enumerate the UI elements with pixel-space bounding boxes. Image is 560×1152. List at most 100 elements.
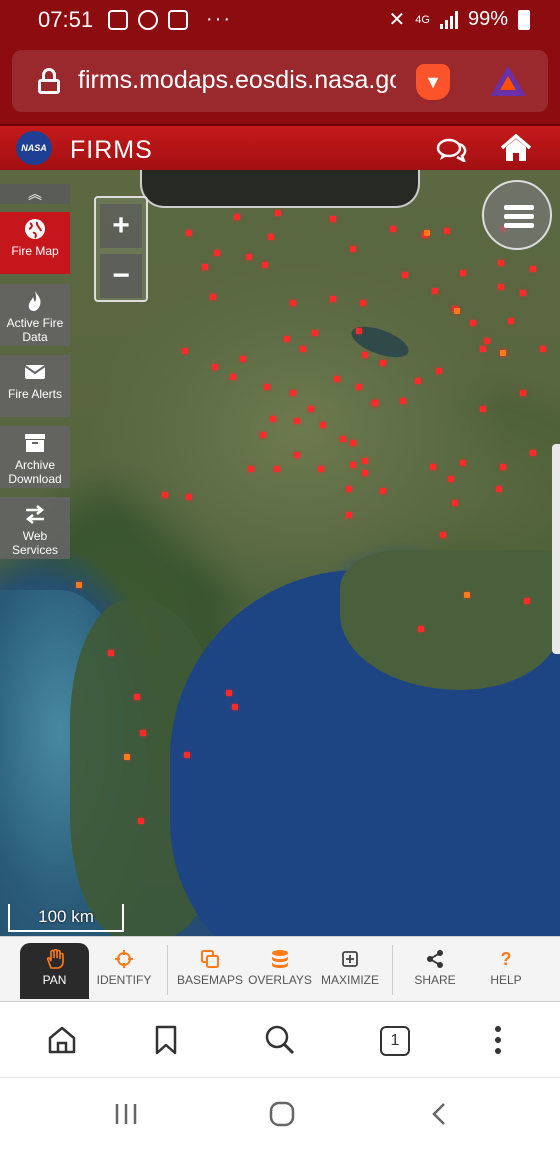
collapse-sidebar-button[interactable]: ︽	[0, 184, 70, 204]
home-tab-icon[interactable]	[46, 1024, 78, 1056]
fire-detection-point[interactable]	[234, 214, 240, 220]
fire-detection-point[interactable]	[134, 694, 140, 700]
fire-detection-point[interactable]	[340, 436, 346, 442]
recent-apps-icon[interactable]	[114, 1102, 138, 1126]
nasa-logo[interactable]: NASA	[16, 131, 52, 165]
fire-detection-point[interactable]	[498, 284, 504, 290]
fire-detection-point[interactable]	[274, 466, 280, 472]
bookmark-icon[interactable]	[150, 1024, 182, 1056]
fire-detection-point[interactable]	[202, 264, 208, 270]
fire-detection-point[interactable]	[452, 500, 458, 506]
fire-detection-point[interactable]	[182, 348, 188, 354]
home-nav-icon[interactable]	[268, 1100, 296, 1128]
fire-detection-point[interactable]	[275, 210, 281, 216]
fire-detection-point[interactable]	[350, 440, 356, 446]
fire-detection-point[interactable]	[138, 818, 144, 824]
url-text[interactable]: firms.modaps.eosdis.nasa.gov	[78, 66, 396, 95]
fire-detection-point[interactable]	[350, 462, 356, 468]
fire-detection-point[interactable]	[430, 464, 436, 470]
fire-detection-point[interactable]	[76, 582, 82, 588]
fire-detection-point[interactable]	[346, 486, 352, 492]
map-top-panel[interactable]	[140, 170, 420, 208]
fire-detection-point[interactable]	[380, 360, 386, 366]
fire-detection-point[interactable]	[290, 300, 296, 306]
fire-detection-point[interactable]	[500, 464, 506, 470]
fire-detection-point[interactable]	[246, 254, 252, 260]
basemaps-tool[interactable]: BASEMAPS	[176, 943, 244, 999]
fire-detection-point[interactable]	[360, 300, 366, 306]
sidebar-item-active-fire-data[interactable]: Active Fire Data	[0, 284, 70, 346]
home-icon[interactable]	[500, 134, 532, 162]
fire-detection-point[interactable]	[400, 398, 406, 404]
fire-detection-point[interactable]	[415, 378, 421, 384]
fire-detection-point[interactable]	[232, 704, 238, 710]
fire-detection-point[interactable]	[480, 406, 486, 412]
fire-detection-point[interactable]	[520, 290, 526, 296]
zoom-out-button[interactable]: −	[100, 254, 142, 298]
fire-detection-point[interactable]	[500, 350, 506, 356]
fire-detection-point[interactable]	[520, 390, 526, 396]
fire-detection-point[interactable]	[508, 318, 514, 324]
back-icon[interactable]	[428, 1102, 452, 1126]
fire-detection-point[interactable]	[530, 450, 536, 456]
sidebar-item-fire-map[interactable]: Fire Map	[0, 212, 70, 274]
fire-detection-point[interactable]	[308, 406, 314, 412]
fire-detection-point[interactable]	[454, 308, 460, 314]
fire-detection-point[interactable]	[436, 368, 442, 374]
lock-icon[interactable]	[38, 68, 60, 94]
fire-detection-point[interactable]	[496, 486, 502, 492]
fire-detection-point[interactable]	[432, 288, 438, 294]
fire-detection-point[interactable]	[294, 452, 300, 458]
share-tool[interactable]: SHARE	[405, 943, 465, 999]
fire-detection-point[interactable]	[270, 416, 276, 422]
fire-detection-point[interactable]	[290, 390, 296, 396]
fire-detection-point[interactable]	[210, 294, 216, 300]
fire-detection-point[interactable]	[212, 364, 218, 370]
zoom-in-button[interactable]: +	[100, 204, 142, 248]
fire-detection-point[interactable]	[320, 422, 326, 428]
fire-detection-point[interactable]	[460, 460, 466, 466]
fire-detection-point[interactable]	[362, 470, 368, 476]
fire-detection-point[interactable]	[448, 476, 454, 482]
fire-detection-point[interactable]	[390, 226, 396, 232]
fire-detection-point[interactable]	[186, 494, 192, 500]
tab-count-button[interactable]: 1	[380, 1026, 410, 1056]
fire-detection-point[interactable]	[264, 384, 270, 390]
address-bar[interactable]: firms.modaps.eosdis.nasa.gov ▼	[12, 50, 548, 112]
fire-detection-point[interactable]	[464, 592, 470, 598]
fire-detection-point[interactable]	[294, 418, 300, 424]
fire-detection-point[interactable]	[248, 466, 254, 472]
fire-detection-point[interactable]	[524, 598, 530, 604]
fire-detection-point[interactable]	[460, 270, 466, 276]
fire-detection-point[interactable]	[214, 250, 220, 256]
fire-detection-point[interactable]	[350, 246, 356, 252]
maximize-tool[interactable]: MAXIMIZE	[318, 943, 382, 999]
brave-rewards-icon[interactable]	[490, 66, 526, 96]
fire-detection-point[interactable]	[140, 730, 146, 736]
fire-detection-point[interactable]	[334, 376, 340, 382]
fire-detection-point[interactable]	[284, 336, 290, 342]
fire-detection-point[interactable]	[424, 230, 430, 236]
fire-detection-point[interactable]	[108, 650, 114, 656]
fire-detection-point[interactable]	[346, 512, 352, 518]
fire-detection-point[interactable]	[480, 346, 486, 352]
fire-detection-point[interactable]	[362, 458, 368, 464]
fire-detection-point[interactable]	[540, 346, 546, 352]
fire-detection-point[interactable]	[162, 492, 168, 498]
fire-detection-point[interactable]	[226, 690, 232, 696]
fire-detection-point[interactable]	[330, 296, 336, 302]
fire-detection-point[interactable]	[318, 466, 324, 472]
page-title[interactable]: FIRMS	[70, 136, 153, 165]
fire-detection-point[interactable]	[124, 754, 130, 760]
fire-detection-point[interactable]	[240, 356, 246, 362]
drawer-handle[interactable]	[552, 444, 560, 654]
fire-detection-point[interactable]	[356, 384, 362, 390]
brave-shields-icon[interactable]: ▼	[416, 64, 450, 100]
fire-detection-point[interactable]	[372, 400, 378, 406]
fire-detection-point[interactable]	[330, 216, 336, 222]
fire-detection-point[interactable]	[186, 230, 192, 236]
fire-detection-point[interactable]	[498, 260, 504, 266]
overlays-tool[interactable]: OVERLAYS	[248, 943, 312, 999]
sidebar-item-archive-download[interactable]: Archive Download	[0, 426, 70, 488]
fire-detection-point[interactable]	[470, 320, 476, 326]
